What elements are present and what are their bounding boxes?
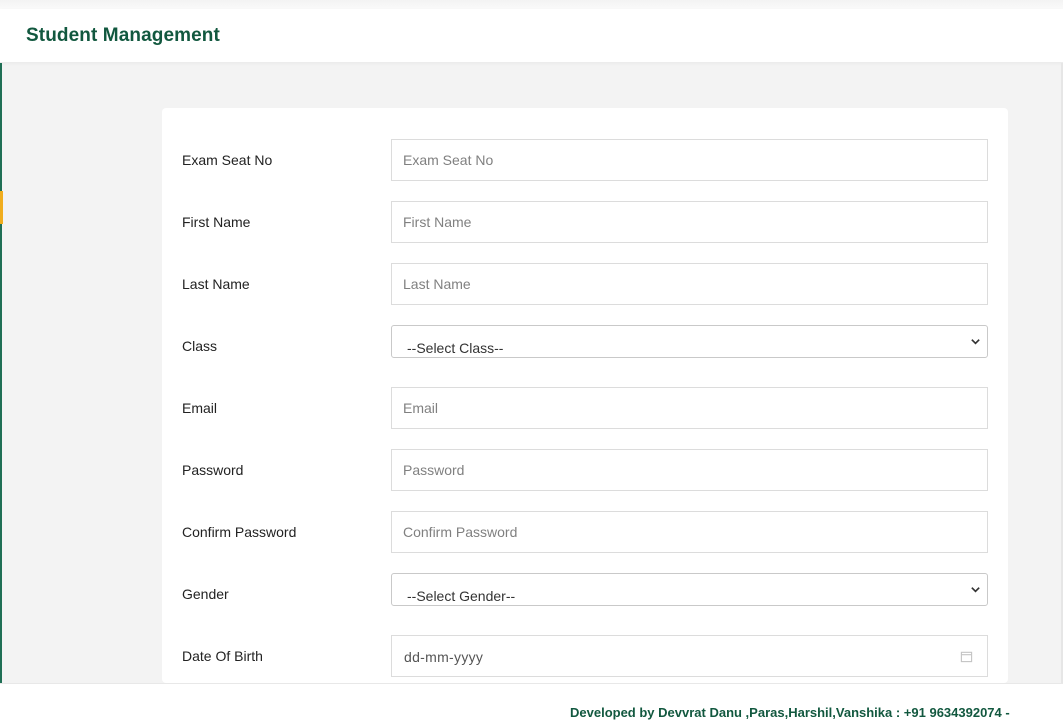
class-label: Class bbox=[182, 338, 218, 354]
sidebar-active-indicator[interactable] bbox=[0, 191, 3, 224]
date-of-birth-input[interactable]: dd-mm-yyyy bbox=[391, 635, 988, 677]
form-row-class: Class --Select Class-- bbox=[162, 325, 1008, 367]
gender-select-value: --Select Gender-- bbox=[407, 588, 516, 604]
header-bar: Student Management bbox=[0, 9, 1063, 63]
password-label: Password bbox=[182, 462, 244, 478]
footer-credits: Developed by Devvrat Danu ,Paras,Harshil… bbox=[570, 705, 1010, 720]
last-name-input[interactable] bbox=[391, 263, 988, 305]
date-of-birth-label: Date Of Birth bbox=[182, 648, 263, 664]
form-row-email: Email bbox=[162, 387, 1008, 429]
form-row-last-name: Last Name bbox=[162, 263, 1008, 305]
page-title: Student Management bbox=[26, 25, 220, 46]
exam-seat-no-label: Exam Seat No bbox=[182, 152, 273, 168]
form-row-confirm-password: Confirm Password bbox=[162, 511, 1008, 553]
footer-bar: Developed by Devvrat Danu ,Paras,Harshil… bbox=[0, 683, 1063, 723]
email-label: Email bbox=[182, 400, 218, 416]
gender-label: Gender bbox=[182, 586, 229, 602]
form-row-password: Password bbox=[162, 449, 1008, 491]
last-name-label: Last Name bbox=[182, 276, 250, 292]
form-row-gender: Gender --Select Gender-- bbox=[162, 573, 1008, 615]
first-name-input[interactable] bbox=[391, 201, 988, 243]
email-input[interactable] bbox=[391, 387, 988, 429]
gender-select[interactable]: --Select Gender-- bbox=[391, 573, 988, 606]
form-row-exam-seat-no: Exam Seat No bbox=[162, 139, 1008, 181]
first-name-label: First Name bbox=[182, 214, 251, 230]
date-of-birth-value: dd-mm-yyyy bbox=[404, 649, 484, 665]
calendar-icon[interactable] bbox=[960, 650, 973, 663]
confirm-password-input[interactable] bbox=[391, 511, 988, 553]
password-input[interactable] bbox=[391, 449, 988, 491]
chevron-down-icon bbox=[971, 339, 980, 345]
class-select-value: --Select Class-- bbox=[407, 340, 504, 356]
form-row-first-name: First Name bbox=[162, 201, 1008, 243]
chevron-down-icon bbox=[971, 587, 980, 593]
sidebar-edge bbox=[0, 63, 2, 683]
student-form-card: Exam Seat No First Name Last Name Class … bbox=[162, 108, 1008, 683]
exam-seat-no-input[interactable] bbox=[391, 139, 988, 181]
top-shadow bbox=[0, 0, 1063, 9]
class-select[interactable]: --Select Class-- bbox=[391, 325, 988, 358]
confirm-password-label: Confirm Password bbox=[182, 524, 297, 540]
form-row-date-of-birth: Date Of Birth dd-mm-yyyy bbox=[162, 635, 1008, 677]
